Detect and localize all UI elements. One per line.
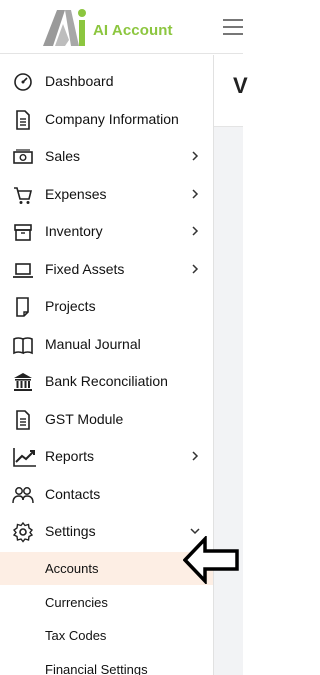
hamburger-icon[interactable] (223, 18, 243, 36)
chevron-right-icon (189, 263, 201, 275)
archive-icon (12, 221, 34, 243)
sidebar-item-inventory[interactable]: Inventory (0, 213, 213, 250)
book-icon (12, 334, 34, 356)
page-title: V (233, 73, 248, 98)
chevron-right-icon (189, 188, 201, 200)
sidebar-item-label: Projects (45, 298, 96, 314)
sidebar-subitem-tax-codes[interactable]: Tax Codes (0, 619, 213, 652)
document-icon (12, 409, 34, 431)
top-header: AI Account (0, 0, 243, 54)
sidebar-item-expenses[interactable]: Expenses (0, 176, 213, 213)
sidebar-item-contacts[interactable]: Contacts (0, 476, 213, 513)
ai-account-logo[interactable] (41, 6, 89, 48)
sidebar-item-label: Fixed Assets (45, 261, 125, 277)
sidebar-item-projects[interactable]: Projects (0, 288, 213, 325)
sidebar-subitem-currencies[interactable]: Currencies (0, 586, 213, 619)
sidebar-item-dashboard[interactable]: Dashboard (0, 63, 213, 100)
sidebar-item-company-information[interactable]: Company Information (0, 101, 213, 138)
sidebar-item-label: Bank Reconciliation (45, 373, 168, 389)
gear-icon (12, 521, 34, 543)
sidebar-item-settings[interactable]: Settings (0, 513, 213, 550)
document-icon (12, 109, 34, 131)
main-header: V (214, 55, 248, 127)
sidebar-item-label: Reports (45, 448, 95, 464)
sidebar-item-label: Settings (45, 523, 96, 539)
sidebar-subitem-financial-settings[interactable]: Financial Settings (0, 653, 213, 675)
sidebar-item-label: Inventory (45, 223, 103, 239)
chart-line-icon (12, 446, 36, 468)
sidebar-subitem-label: Financial Settings (45, 662, 148, 675)
sidebar-item-sales[interactable]: Sales (0, 138, 213, 175)
sidebar-item-manual-journal[interactable]: Manual Journal (0, 326, 213, 363)
file-icon (12, 296, 34, 318)
people-icon (12, 484, 34, 506)
sidebar-subitem-accounts[interactable]: Accounts (0, 552, 213, 585)
cash-icon (12, 146, 34, 168)
left-arrow-pointer-icon (183, 536, 239, 584)
sidebar-subitem-label: Tax Codes (45, 628, 107, 643)
sidebar-item-label: Contacts (45, 486, 101, 502)
sidebar: Dashboard Company Information Sales Expe… (0, 55, 214, 675)
sidebar-item-bank-reconciliation[interactable]: Bank Reconciliation (0, 363, 213, 400)
chevron-right-icon (189, 450, 201, 462)
laptop-icon (12, 259, 34, 281)
sidebar-item-label: Manual Journal (45, 336, 141, 352)
sidebar-item-label: Dashboard (45, 73, 114, 89)
sidebar-item-label: Sales (45, 148, 81, 164)
bank-icon (12, 371, 34, 393)
cart-icon (12, 184, 34, 206)
sidebar-subitem-label: Currencies (45, 595, 108, 610)
sidebar-item-label: Company Information (45, 111, 179, 127)
chevron-right-icon (189, 150, 201, 162)
sidebar-item-gst-module[interactable]: GST Module (0, 401, 213, 438)
dashboard-icon (12, 71, 34, 93)
sidebar-item-label: GST Module (45, 411, 124, 427)
sidebar-item-label: Expenses (45, 186, 107, 202)
sidebar-subitem-label: Accounts (45, 561, 99, 576)
chevron-right-icon (189, 225, 201, 237)
sidebar-item-fixed-assets[interactable]: Fixed Assets (0, 251, 213, 288)
brand-name: AI Account (93, 22, 173, 39)
sidebar-item-reports[interactable]: Reports (0, 438, 213, 475)
